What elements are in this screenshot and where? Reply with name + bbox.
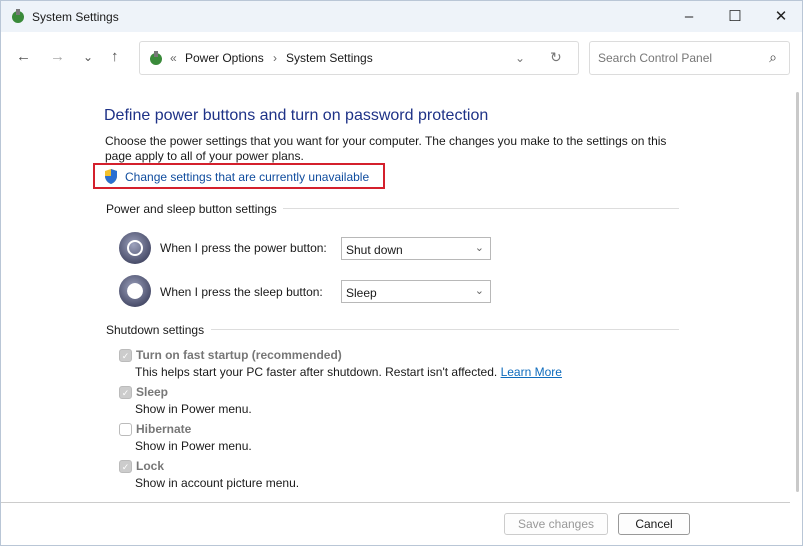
- close-button[interactable]: ✕: [758, 1, 803, 33]
- power-button-select[interactable]: Shut down ⌄: [341, 237, 491, 260]
- sleep-option-label: Sleep: [136, 385, 169, 399]
- sleep-button-select[interactable]: Sleep ⌄: [341, 280, 491, 303]
- window-title: System Settings: [32, 10, 119, 24]
- uac-shield-icon: [105, 169, 117, 184]
- breadcrumb-separator: ›: [273, 51, 277, 65]
- chevron-down-icon: ⌄: [474, 285, 484, 297]
- back-button[interactable]: ←: [16, 48, 31, 65]
- divider: [211, 329, 679, 330]
- fast-startup-label: Turn on fast startup (recommended): [136, 348, 342, 362]
- change-settings-highlight: Change settings that are currently unava…: [93, 163, 385, 189]
- save-changes-button[interactable]: Save changes: [504, 513, 608, 535]
- learn-more-link[interactable]: Learn More: [501, 365, 562, 379]
- sleep-button-value: Sleep: [346, 286, 377, 300]
- minimize-button[interactable]: –: [666, 1, 712, 33]
- hibernate-option-description: Show in Power menu.: [135, 439, 252, 453]
- fast-startup-description: This helps start your PC faster after sh…: [135, 365, 562, 379]
- breadcrumb-system-settings[interactable]: System Settings: [286, 51, 373, 65]
- search-input[interactable]: Search Control Panel ⌕: [589, 41, 790, 75]
- search-icon[interactable]: ⌕: [769, 49, 777, 66]
- scrollbar[interactable]: [796, 92, 799, 492]
- lock-option-description: Show in account picture menu.: [135, 476, 300, 490]
- power-button-label: When I press the power button:: [160, 241, 327, 255]
- address-bar[interactable]: « Power Options › System Settings ⌄ ↻: [139, 41, 579, 75]
- forward-button[interactable]: →: [50, 48, 65, 65]
- lock-option-label: Lock: [136, 459, 165, 473]
- footer-divider: [1, 502, 790, 503]
- recent-locations-button[interactable]: ⌄: [83, 50, 93, 64]
- address-dropdown-icon[interactable]: ⌄: [515, 51, 525, 65]
- refresh-icon[interactable]: ↻: [550, 49, 562, 66]
- divider: [283, 208, 679, 209]
- power-options-icon: [12, 9, 24, 23]
- sleep-button-icon: [119, 275, 151, 307]
- navigation-bar: ← → ⌄ ↑ « Power Options › System Setting…: [0, 32, 803, 84]
- fast-startup-text: This helps start your PC faster after sh…: [135, 365, 498, 379]
- power-section-heading: Power and sleep button settings: [106, 202, 277, 216]
- power-button-icon: [119, 232, 151, 264]
- sleep-option-description: Show in Power menu.: [135, 402, 252, 416]
- sleep-button-label: When I press the sleep button:: [160, 285, 323, 299]
- cancel-button[interactable]: Cancel: [618, 513, 690, 535]
- search-placeholder: Search Control Panel: [598, 51, 713, 65]
- lock-checkbox[interactable]: ✓: [119, 460, 132, 473]
- page-title: Define power buttons and turn on passwor…: [104, 107, 489, 124]
- maximize-button[interactable]: ☐: [712, 1, 758, 33]
- power-options-icon: [150, 51, 162, 65]
- title-bar: System Settings – ☐ ✕: [0, 0, 803, 32]
- breadcrumb-power-options[interactable]: Power Options: [185, 51, 264, 65]
- shutdown-section-heading: Shutdown settings: [106, 323, 205, 337]
- change-settings-link[interactable]: Change settings that are currently unava…: [125, 170, 369, 184]
- content-pane: Define power buttons and turn on passwor…: [0, 84, 803, 546]
- page-description: Choose the power settings that you want …: [105, 134, 667, 163]
- chevron-down-icon: ⌄: [474, 242, 484, 254]
- power-button-value: Shut down: [346, 243, 403, 257]
- breadcrumb-overflow[interactable]: «: [170, 51, 177, 65]
- up-button[interactable]: ↑: [111, 48, 119, 65]
- hibernate-option-label: Hibernate: [136, 422, 192, 436]
- hibernate-checkbox[interactable]: [119, 423, 132, 436]
- sleep-checkbox[interactable]: ✓: [119, 386, 132, 399]
- fast-startup-checkbox[interactable]: ✓: [119, 349, 132, 362]
